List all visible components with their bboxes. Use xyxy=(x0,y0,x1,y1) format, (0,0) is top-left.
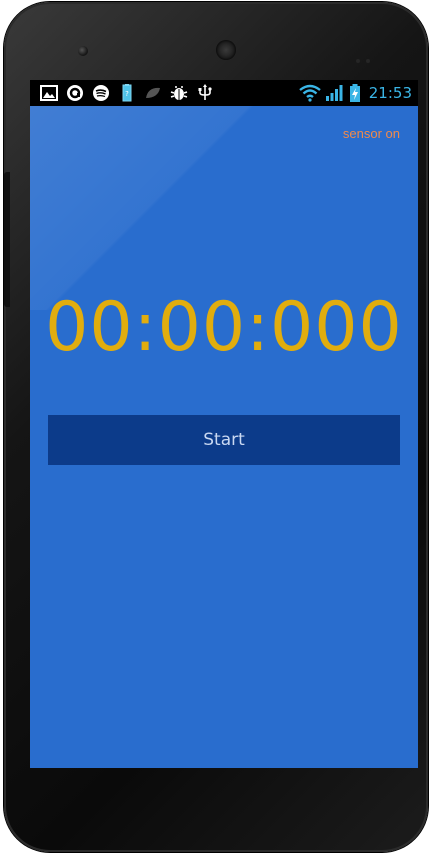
proximity-sensor xyxy=(356,48,380,63)
status-bar: ? 21:53 xyxy=(30,80,418,106)
svg-text:?: ? xyxy=(125,90,129,98)
side-volume-button xyxy=(4,172,10,307)
wifi-icon xyxy=(299,84,321,102)
battery-charging-icon xyxy=(349,84,360,102)
battery-indicator-icon: ? xyxy=(122,84,132,102)
spotify-icon xyxy=(93,85,109,101)
earpiece-speaker xyxy=(216,40,236,60)
phone-frame: ? 21:53 sensor on 00:00:000 Start xyxy=(4,2,428,852)
start-button[interactable]: Start xyxy=(48,415,400,465)
android-debug-icon xyxy=(170,86,188,100)
leaf-icon xyxy=(146,87,160,98)
gallery-icon xyxy=(40,85,58,101)
sensor-status-label: sensor on xyxy=(342,126,400,141)
usb-icon xyxy=(198,84,212,100)
front-camera xyxy=(78,46,88,56)
cell-signal-icon xyxy=(325,85,343,101)
circle-app-icon xyxy=(67,85,83,101)
status-clock: 21:53 xyxy=(368,84,412,102)
timer-display: 00:00:000 xyxy=(45,288,403,367)
screen: ? 21:53 sensor on 00:00:000 Start xyxy=(30,80,418,768)
